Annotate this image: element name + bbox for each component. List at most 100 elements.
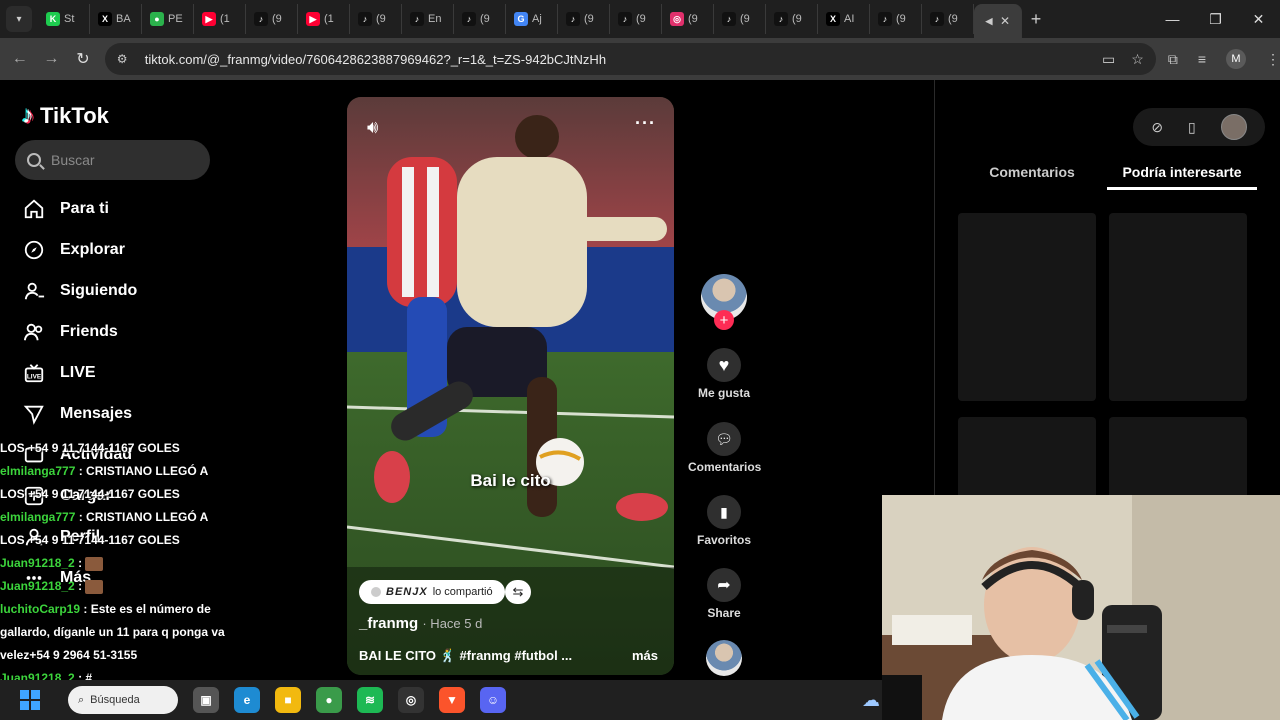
like-button[interactable]: ♥ Me gusta xyxy=(688,348,760,400)
obs-icon[interactable]: ◎ xyxy=(398,687,424,713)
sidebar-item-home[interactable]: Para ti xyxy=(22,197,109,221)
sidebar-item-label: Explorar xyxy=(60,241,125,258)
browser-tab[interactable]: ♪ (9 xyxy=(246,4,298,34)
right-panel-tabs: Comentarios Podría interesarte xyxy=(957,162,1257,190)
friends-icon xyxy=(22,320,46,344)
sound-disc-button[interactable] xyxy=(688,640,760,676)
x-icon: X xyxy=(98,12,112,26)
browser-tab[interactable]: ▶ (1 xyxy=(194,4,246,34)
compass-small-icon[interactable]: ⊘ xyxy=(1151,119,1163,136)
edge-icon[interactable]: e xyxy=(234,687,260,713)
file-explorer-icon[interactable]: ■ xyxy=(275,687,301,713)
volume-icon[interactable]: 🔊︎ xyxy=(367,117,378,138)
search-input[interactable]: Buscar xyxy=(15,140,210,180)
browser-tab[interactable]: ♪ (9 xyxy=(922,4,974,34)
browser-tab[interactable]: ♪ (9 xyxy=(714,4,766,34)
browser-menu-icon[interactable]: ⋮ xyxy=(1266,51,1280,68)
browser-tab[interactable]: ● PE xyxy=(142,4,194,34)
shared-by-chip[interactable]: BENJX lo compartió xyxy=(359,580,505,604)
share-button[interactable]: ➦ Share xyxy=(688,568,760,620)
video-more-options-icon[interactable]: ··· xyxy=(635,113,656,134)
browser-tab[interactable]: X AI xyxy=(818,4,870,34)
chat-text: gallardo, díganle un 11 para q ponga va xyxy=(0,625,225,639)
browser-tab[interactable]: ♪ (9 xyxy=(350,4,402,34)
sidebar-item-messages[interactable]: Mensajes xyxy=(22,402,132,426)
author-name[interactable]: _franmg xyxy=(359,615,418,632)
device-icon[interactable]: ▯ xyxy=(1188,119,1196,136)
browser-tab[interactable]: ♪ (9 xyxy=(454,4,506,34)
browser-tab[interactable]: ♪ (9 xyxy=(558,4,610,34)
install-app-icon[interactable]: ▭ xyxy=(1102,51,1115,68)
repost-icon[interactable]: ⇆ xyxy=(505,580,531,604)
chat-text: LOS +54 9 11 7144-1167 GOLES xyxy=(0,487,180,501)
chat-text: : Este es el número de xyxy=(83,602,211,616)
sidebar-item-live[interactable]: LIVE LIVE xyxy=(22,361,96,385)
chrome-icon[interactable]: ● xyxy=(316,687,342,713)
browser-tab[interactable]: ♪ (9 xyxy=(610,4,662,34)
browser-tab[interactable]: X BA xyxy=(90,4,142,34)
tab-suggestions[interactable]: Podría interesarte xyxy=(1107,162,1257,190)
sidebar-item-friends[interactable]: Friends xyxy=(22,320,118,344)
browser-tab[interactable]: G Aj xyxy=(506,4,558,34)
tab-active-tiktok[interactable]: ◀ ✕ xyxy=(974,4,1022,38)
address-bar[interactable]: ⚙ tiktok.com/@_franmg/video/760642862388… xyxy=(104,43,1156,75)
bookmark-star-icon[interactable]: ☆ xyxy=(1131,51,1144,68)
back-button[interactable]: ← xyxy=(4,50,36,68)
browser-tab[interactable]: ♪ (9 xyxy=(766,4,818,34)
forward-button[interactable]: → xyxy=(36,50,68,68)
webcam-feed xyxy=(882,495,1280,720)
sidebar-item-label: Para ti xyxy=(60,200,109,217)
spotify-icon[interactable]: ≋ xyxy=(357,687,383,713)
author-avatar-button[interactable]: + xyxy=(688,274,760,330)
maximize-button[interactable]: ❐ xyxy=(1194,11,1237,28)
tab-comments[interactable]: Comentarios xyxy=(957,162,1107,190)
profile-avatar[interactable]: M xyxy=(1225,49,1246,69)
logo-text: TikTok xyxy=(40,103,109,128)
tiktok-logo[interactable]: ♪ TikTok xyxy=(22,102,109,130)
tab-title: Aj xyxy=(532,13,542,25)
weather-cloud-icon[interactable]: ☁ xyxy=(862,690,880,711)
author-avatar[interactable]: + xyxy=(701,274,747,330)
browser-tab[interactable]: ▶ (1 xyxy=(298,4,350,34)
suggested-video-thumb[interactable] xyxy=(1109,213,1247,401)
minimize-button[interactable]: — xyxy=(1151,11,1194,28)
task-view-icon[interactable]: ▣ xyxy=(193,687,219,713)
description-more-link[interactable]: más xyxy=(632,648,658,663)
site-info-icon[interactable]: ⚙ xyxy=(117,52,133,66)
sound-disc-icon xyxy=(706,640,742,676)
speaker-icon: ◀ xyxy=(985,15,993,26)
sidebar-item-compass[interactable]: Explorar xyxy=(22,238,125,262)
video-player[interactable]: 🔊︎ ··· Bai le cito BENJX lo compartió ⇆ … xyxy=(347,97,674,675)
close-window-button[interactable]: ✕ xyxy=(1237,11,1280,28)
browser-tab[interactable]: K St xyxy=(38,4,90,34)
chat-username: Juan91218_2 xyxy=(0,579,75,593)
suggested-video-thumb[interactable] xyxy=(958,213,1096,401)
comments-button[interactable]: 💬︎ Comentarios xyxy=(688,422,761,474)
sidebar-item-following[interactable]: Siguiendo xyxy=(22,279,137,303)
like-label: Me gusta xyxy=(697,386,750,400)
extensions-icon[interactable]: ⧉ xyxy=(1168,51,1178,68)
favorites-button[interactable]: ▮ Favoritos xyxy=(688,495,760,547)
browser-tab[interactable]: ♪ (9 xyxy=(870,4,922,34)
x-icon: X xyxy=(826,12,840,26)
browser-tab[interactable]: ♪ En xyxy=(402,4,454,34)
taskbar-search[interactable]: ⌕ Búsqueda xyxy=(68,686,178,714)
tab-title: (9 xyxy=(792,13,802,25)
media-controls-icon[interactable]: ≡ xyxy=(1198,51,1206,67)
tab-search-button[interactable]: ▾ xyxy=(6,6,32,32)
taskbar-apps: ▣ e ■ ● ≋ ◎ ▼ ☺ xyxy=(178,687,506,713)
brave-icon[interactable]: ▼ xyxy=(439,687,465,713)
new-tab-button[interactable]: + xyxy=(1022,9,1050,30)
compass-icon xyxy=(22,238,46,262)
browser-tab[interactable]: ◎ (9 xyxy=(662,4,714,34)
video-author[interactable]: _franmg · Hace 5 d xyxy=(359,615,482,632)
close-tab-icon[interactable]: ✕ xyxy=(1000,14,1010,28)
discord-icon[interactable]: ☺ xyxy=(480,687,506,713)
chat-username: luchitoCarp19 xyxy=(0,602,81,616)
windows-start-icon[interactable] xyxy=(20,690,40,710)
following-icon xyxy=(22,279,46,303)
user-avatar[interactable] xyxy=(1220,114,1247,140)
heart-icon: ♥ xyxy=(718,354,730,375)
follow-plus-icon[interactable]: + xyxy=(714,310,734,330)
reload-button[interactable]: ↻ xyxy=(67,49,99,69)
